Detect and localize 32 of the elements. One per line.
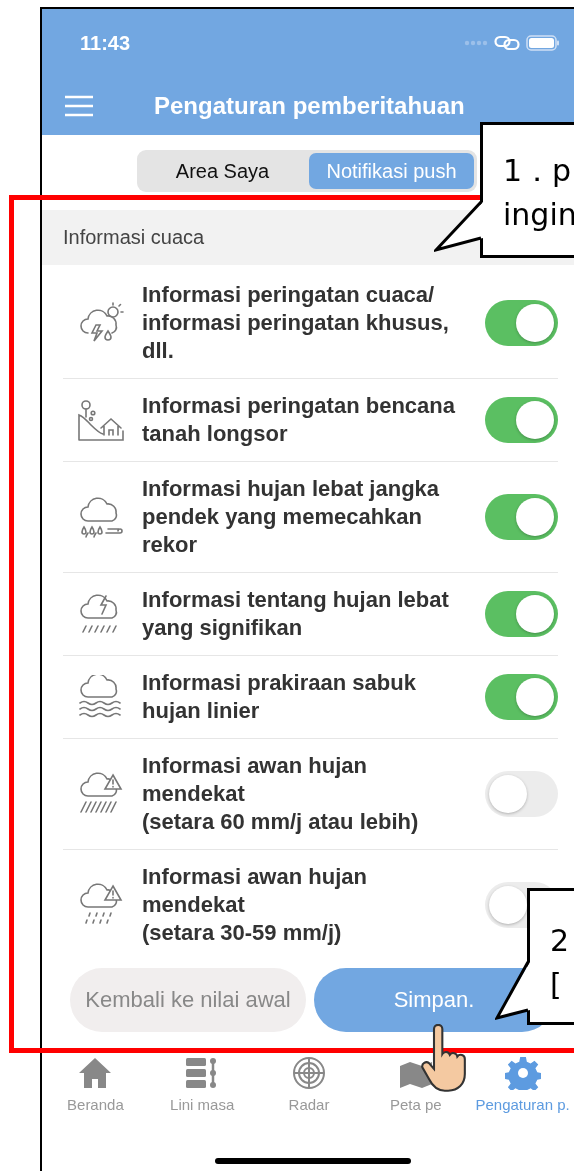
callout-text: 1．p ingin — [503, 152, 574, 234]
notification-label: Informasi prakiraan sabuk hujan linier — [142, 669, 417, 725]
toggle-switch[interactable] — [485, 674, 558, 720]
toggle-switch[interactable] — [485, 494, 558, 540]
notification-label: Informasi awan hujan mendekat (setara 30-59 mm/j) — [142, 863, 368, 947]
status-time: 11:43 — [80, 31, 131, 55]
reset-button[interactable]: Kembali ke nilai awal — [70, 968, 306, 1032]
settings-icon — [504, 1056, 541, 1090]
menu-icon[interactable] — [64, 94, 94, 118]
section-title: Informasi cuaca — [63, 226, 205, 249]
tab-bar-item[interactable]: Pengaturan p. — [469, 1056, 574, 1113]
notification-label: Informasi hujan lebat jangka pendek yang memecahkan rekor — [142, 475, 441, 559]
header-title: Pengaturan pemberitahuan — [154, 92, 465, 120]
notification-label: Informasi peringatan bencana tanah longsor — [142, 392, 456, 448]
toggle-switch[interactable] — [485, 771, 558, 817]
tab-bar-item[interactable]: Radar — [255, 1056, 363, 1113]
notification-label: Informasi tentang hujan lebat yang signifikan — [142, 586, 450, 642]
signal-icon — [464, 40, 488, 46]
toggle-switch[interactable] — [485, 300, 558, 346]
toggle-switch[interactable] — [485, 397, 558, 443]
notification-label: Informasi awan hujan mendekat (setara 60 mm/j atau lebih) — [142, 752, 420, 836]
landslide-house-icon — [76, 398, 126, 442]
link-icon — [494, 35, 520, 51]
radar-icon — [291, 1056, 327, 1090]
hand-pointer-icon — [420, 1024, 468, 1094]
segment-tab[interactable]: Area Saya — [140, 153, 305, 189]
battery-icon — [526, 35, 560, 51]
segment-tab[interactable]: Notifikasi push — [309, 153, 474, 189]
notification-label: Informasi peringatan cuaca/ informasi peringatan khusus, dll. — [142, 281, 450, 365]
toggle-switch[interactable] — [485, 591, 558, 637]
tab-bar-item[interactable]: Beranda — [42, 1056, 149, 1113]
tab-bar-item[interactable]: Lini masa — [148, 1056, 256, 1113]
